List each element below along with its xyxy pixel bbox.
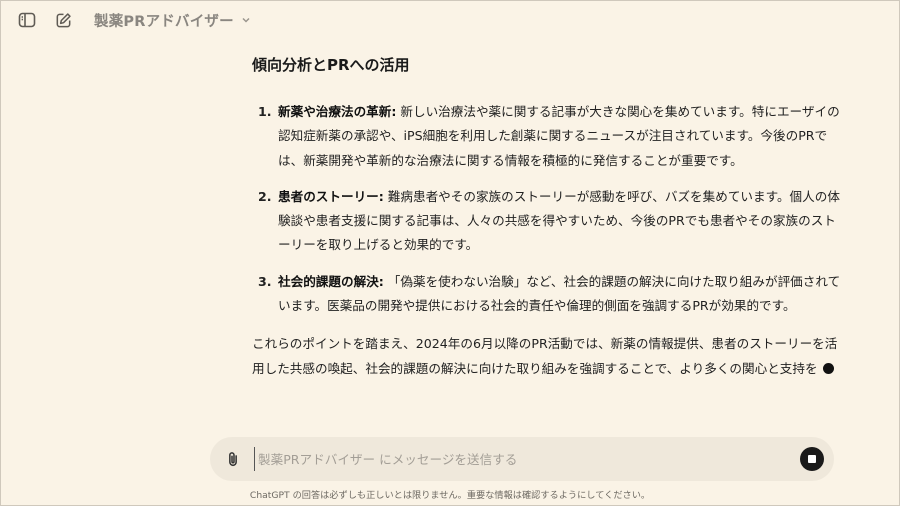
new-chat-edit-icon[interactable] bbox=[52, 9, 74, 31]
list-item-term: 社会的課題の解決: bbox=[278, 273, 384, 289]
list-item: 2. 患者のストーリー: 難病患者やその家族のストーリーが感動を呼び、バズを集めて… bbox=[252, 185, 842, 258]
paperclip-icon[interactable] bbox=[222, 448, 244, 470]
list-item: 3. 社会的課題の解決: 「偽薬を使わない治験」など、社会的課題の解決に向けた取り… bbox=[252, 270, 842, 319]
list-item-term: 新薬や治療法の革新: bbox=[278, 104, 397, 119]
stop-icon bbox=[808, 455, 816, 463]
stop-generating-button[interactable] bbox=[800, 447, 824, 471]
summary-text: これらのポイントを踏まえ、2024年の6月以降のPR活動では、新薬の情報提供、患… bbox=[252, 336, 838, 376]
assistant-response: 傾向分析とPRへの活用 1. 新薬や治療法の革新: 新しい治療法や薬に関する記事が… bbox=[252, 50, 842, 381]
message-input[interactable] bbox=[254, 447, 800, 471]
list-number: 3. bbox=[258, 273, 272, 289]
response-summary: これらのポイントを踏まえ、2024年の6月以降のPR活動では、新薬の情報提供、患… bbox=[252, 332, 842, 381]
chevron-down-icon bbox=[240, 14, 252, 26]
list-number: 1. bbox=[258, 104, 272, 119]
streaming-cursor-icon bbox=[822, 362, 834, 374]
model-selector[interactable]: 製薬PRアドバイザー bbox=[94, 10, 252, 31]
list-number: 2. bbox=[258, 188, 272, 204]
list-item: 1. 新薬や治療法の革新: 新しい治療法や薬に関する記事が大きな関心を集めています… bbox=[252, 100, 842, 173]
response-list: 1. 新薬や治療法の革新: 新しい治療法や薬に関する記事が大きな関心を集めています… bbox=[252, 100, 842, 318]
message-composer bbox=[210, 437, 834, 481]
response-heading: 傾向分析とPRへの活用 bbox=[252, 56, 410, 74]
sidebar-toggle-icon[interactable] bbox=[16, 9, 38, 31]
model-name: 製薬PRアドバイザー bbox=[94, 13, 234, 30]
top-bar: 製薬PRアドバイザー bbox=[0, 0, 900, 40]
footer-disclaimer: ChatGPT の回答は必ずしも正しいとは限りません。重要な情報は確認するように… bbox=[249, 490, 651, 501]
list-item-term: 患者のストーリー: bbox=[278, 188, 384, 204]
